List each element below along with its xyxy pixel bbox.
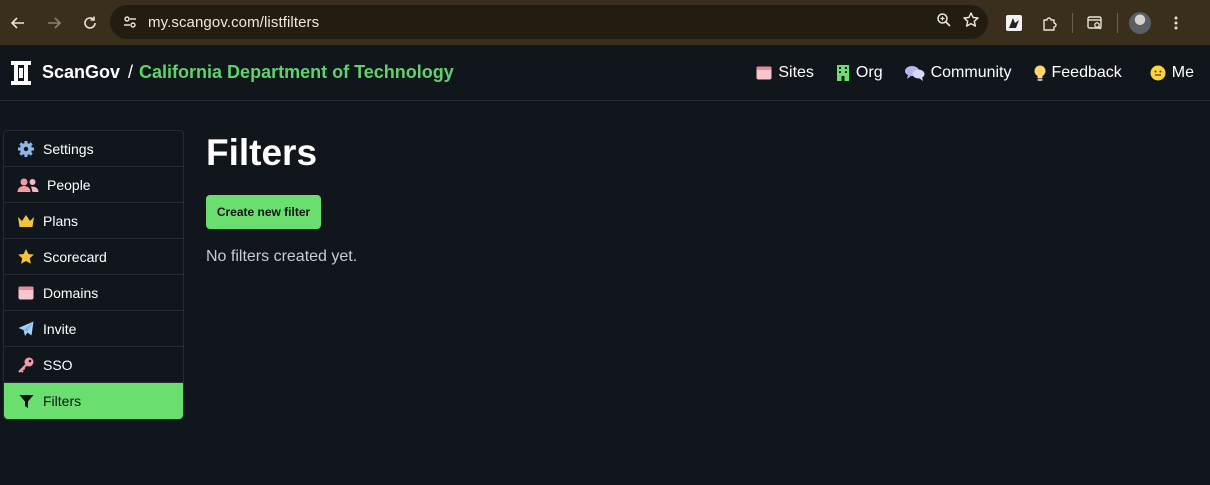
star-icon (18, 248, 34, 264)
sidebar-item-label: SSO (43, 356, 73, 373)
sidebar-item-people[interactable]: People (4, 167, 183, 203)
sidebar-item-label: Plans (43, 212, 79, 229)
extension-button[interactable] (996, 5, 1032, 41)
funnel-icon (19, 394, 33, 408)
main-content: Filters Create new filter No filters cre… (206, 130, 357, 265)
extension-logo-icon (1006, 14, 1022, 31)
puzzle-icon (1043, 16, 1057, 31)
nav-sites[interactable]: Sites (756, 64, 814, 82)
scangov-logo[interactable] (10, 60, 32, 86)
kebab-menu-icon (1174, 16, 1178, 29)
toolbar-separator (1072, 12, 1073, 33)
browser-toolbar: my.scangov.com/listfilters (0, 0, 1210, 45)
nav-feedback[interactable]: Feedback (1034, 64, 1122, 82)
sidebar-item-filters[interactable]: Filters (4, 383, 183, 419)
back-button[interactable] (0, 5, 36, 41)
sidebar-item-label: Domains (43, 284, 99, 301)
lightbulb-icon (1034, 65, 1045, 81)
crown-icon (18, 214, 34, 227)
sidebar-item-plans[interactable]: Plans (4, 203, 183, 239)
forward-button[interactable] (36, 5, 72, 41)
paper-plane-icon (18, 321, 34, 336)
tune-icon (124, 16, 136, 28)
bookmark-button[interactable] (962, 11, 980, 34)
create-new-filter-button[interactable]: Create new filter (206, 195, 321, 229)
toolbar-separator (1117, 12, 1118, 33)
page-title: Filters (206, 132, 318, 173)
magnifier-icon (937, 12, 951, 27)
tab-search-button[interactable] (1077, 5, 1113, 41)
sidebar-item-label: Invite (43, 320, 77, 337)
browser-window-icon (756, 66, 772, 80)
reload-button[interactable] (72, 5, 108, 41)
sidebar-item-sso[interactable]: SSO (4, 347, 183, 383)
settings-sidebar: Settings People Plans Scorecard Domains … (3, 130, 184, 420)
arrow-right-icon (48, 16, 62, 29)
empty-state-message: No filters created yet. (206, 248, 358, 265)
people-icon (17, 178, 39, 192)
arrow-left-icon (10, 16, 24, 29)
nav-org-label: Org (855, 64, 883, 81)
sidebar-item-settings[interactable]: Settings (4, 131, 183, 167)
nav-community-label: Community (930, 64, 1012, 81)
sidebar-item-invite[interactable]: Invite (4, 311, 183, 347)
sidebar-item-domains[interactable]: Domains (4, 275, 183, 311)
nav-community[interactable]: Community (904, 64, 1012, 82)
tab-search-icon (1087, 15, 1102, 29)
sidebar-item-label: Filters (43, 393, 82, 409)
browser-menu-button[interactable] (1158, 5, 1194, 41)
smiley-icon (1150, 65, 1166, 81)
breadcrumb-separator: / (128, 62, 134, 82)
url-text[interactable]: my.scangov.com/listfilters (148, 14, 319, 31)
sidebar-item-label: Settings (43, 140, 94, 157)
extensions-menu-button[interactable] (1032, 5, 1068, 41)
app-header: ScanGov / California Department of Techn… (0, 45, 1210, 101)
zoom-button[interactable] (936, 12, 952, 33)
star-outline-icon (963, 11, 979, 27)
org-name-link[interactable]: California Department of Technology (139, 62, 454, 83)
site-info-button[interactable] (112, 5, 148, 39)
address-bar[interactable]: my.scangov.com/listfilters (110, 5, 988, 39)
nav-feedback-label: Feedback (1051, 64, 1122, 81)
window-icon (18, 286, 34, 299)
nav-sites-label: Sites (778, 64, 814, 81)
sidebar-item-label: People (47, 176, 91, 193)
reload-icon (84, 16, 96, 29)
nav-me[interactable]: Me (1150, 64, 1194, 82)
nav-me-label: Me (1171, 64, 1194, 81)
building-icon (836, 65, 849, 81)
brand-name[interactable]: ScanGov (42, 62, 120, 83)
sidebar-item-scorecard[interactable]: Scorecard (4, 239, 183, 275)
speech-bubbles-icon (904, 66, 925, 81)
scangov-logo-icon (11, 60, 31, 85)
nav-org[interactable]: Org (836, 64, 883, 82)
top-nav: Sites Org Community Feedback Me (756, 45, 1194, 101)
key-icon (18, 357, 34, 373)
avatar (1129, 11, 1151, 34)
profile-button[interactable] (1122, 5, 1158, 41)
sidebar-item-label: Scorecard (43, 248, 107, 265)
gear-icon (18, 140, 34, 157)
